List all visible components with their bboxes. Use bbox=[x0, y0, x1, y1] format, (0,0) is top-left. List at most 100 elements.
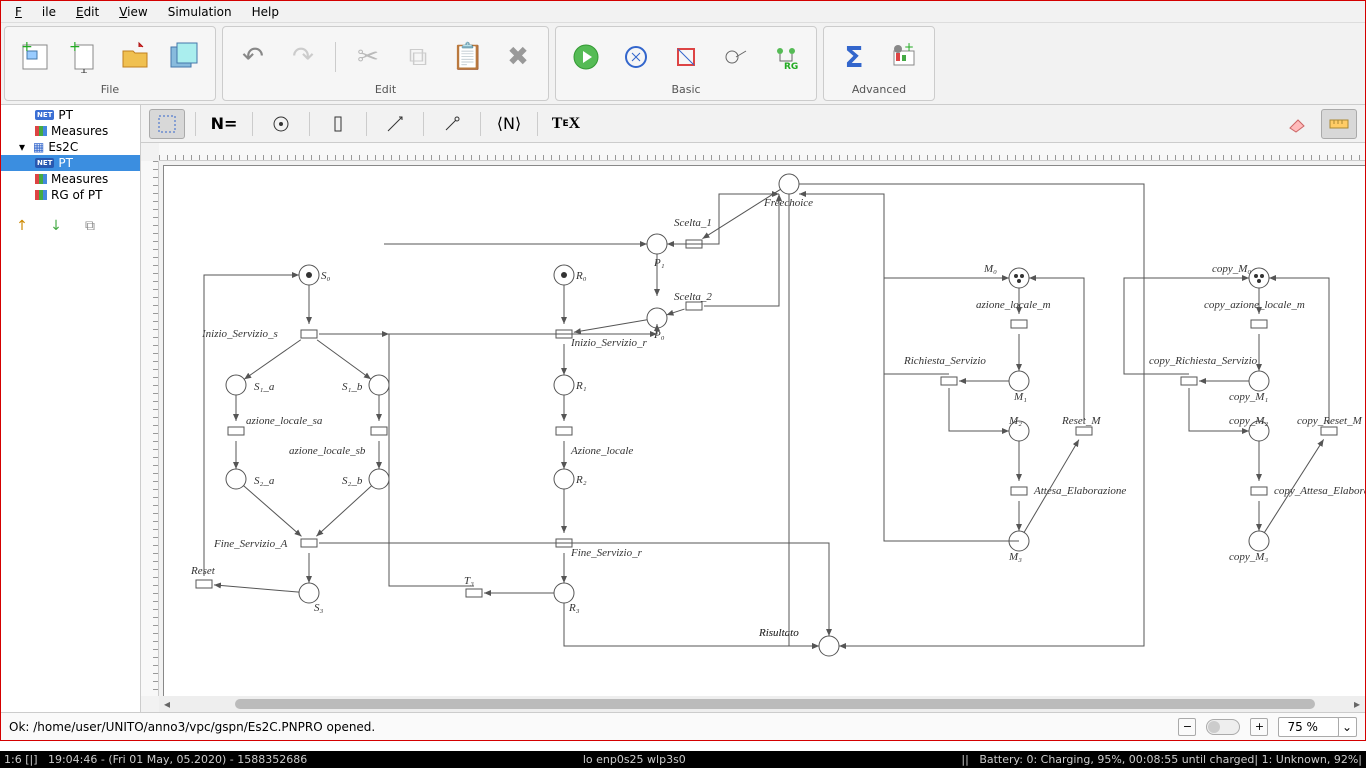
rg-button[interactable]: RG bbox=[768, 39, 804, 75]
menu-edit[interactable]: Edit bbox=[66, 3, 109, 21]
ruler-toggle[interactable] bbox=[1321, 109, 1357, 139]
system-status-bar: 1:6 [|] 19:04:46 - (Fri 01 May, 05.2020)… bbox=[0, 751, 1366, 768]
menu-help[interactable]: Help bbox=[242, 3, 289, 21]
duplicate-button[interactable]: ⧉ bbox=[81, 217, 99, 235]
svg-text:Attesa_Elaborazione: Attesa_Elaborazione bbox=[1033, 485, 1126, 497]
toolbar-group-label: Basic bbox=[671, 83, 700, 96]
secondary-toolbar: N= ⟨N⟩ TEX bbox=[141, 105, 1365, 143]
svg-text:azione_locale_sa: azione_locale_sa bbox=[246, 415, 323, 427]
svg-text:Scelta_2: Scelta_2 bbox=[674, 291, 712, 303]
svg-text:Reset_M: Reset_M bbox=[1061, 415, 1101, 427]
svg-text:Freechoice: Freechoice bbox=[763, 197, 813, 209]
undo-button[interactable]: ↶ bbox=[235, 39, 271, 75]
new-net-button[interactable]: + bbox=[17, 39, 53, 75]
copy-button[interactable]: ⧉ bbox=[400, 39, 436, 75]
svg-text:S₀: S₀ bbox=[321, 270, 331, 282]
canvas-viewport[interactable]: S₀ S₁_a S₁_b S₂_a S₂_b S₃ R₀ R₁ R₂ R₃ P₁ P₀ Freechoi… bbox=[159, 161, 1365, 696]
svg-text:copy_M₁: copy_M₁ bbox=[1229, 391, 1268, 403]
analysis1-button[interactable] bbox=[618, 39, 654, 75]
transition-tool[interactable] bbox=[320, 109, 356, 139]
save-all-button[interactable] bbox=[167, 39, 203, 75]
svg-text:copy_M₃: copy_M₃ bbox=[1229, 551, 1268, 563]
svg-text:copy_Richiesta_Servizio: copy_Richiesta_Servizio bbox=[1149, 355, 1258, 367]
move-up-button[interactable]: ↑ bbox=[13, 217, 31, 235]
place-tool[interactable] bbox=[263, 109, 299, 139]
measure-button[interactable] bbox=[718, 39, 754, 75]
svg-text:R₂: R₂ bbox=[575, 474, 587, 486]
svg-text:S₁_b: S₁_b bbox=[342, 381, 363, 393]
svg-text:P₁: P₁ bbox=[653, 257, 665, 269]
svg-text:copy_M₀: copy_M₀ bbox=[1212, 263, 1251, 275]
open-button[interactable] bbox=[117, 39, 153, 75]
paste-button[interactable]: 📋 bbox=[450, 39, 486, 75]
scrollbar-horizontal[interactable]: ◂▸ bbox=[159, 696, 1365, 712]
svg-text:+: + bbox=[21, 41, 33, 55]
zoom-level[interactable]: 75 % bbox=[1278, 717, 1339, 737]
ruler-horizontal bbox=[159, 143, 1365, 161]
angle-n-tool[interactable]: ⟨N⟩ bbox=[491, 109, 527, 139]
neq-tool[interactable]: N= bbox=[206, 109, 242, 139]
svg-text:S₂_b: S₂_b bbox=[342, 475, 363, 487]
zoom-dropdown[interactable]: ⌄ bbox=[1337, 717, 1357, 737]
svg-text:M₃: M₃ bbox=[1008, 551, 1022, 563]
tree-item-project[interactable]: ▾▦Es2C bbox=[1, 139, 140, 155]
svg-text:P₀: P₀ bbox=[653, 329, 665, 341]
menu-simulation[interactable]: Simulation bbox=[158, 3, 242, 21]
svg-text:R₃: R₃ bbox=[568, 602, 580, 614]
svg-text:Risultato: Risultato bbox=[758, 627, 799, 639]
svg-text:+: + bbox=[69, 41, 81, 55]
main-toolbar: + + File ↶ ↷ ✂ ⧉ 📋 ✖ Edit bbox=[1, 23, 1365, 105]
move-down-button[interactable]: ↓ bbox=[47, 217, 65, 235]
svg-text:Inizio_Servizio_s: Inizio_Servizio_s bbox=[201, 328, 278, 340]
toolbar-group-label: Advanced bbox=[852, 83, 906, 96]
svg-text:R₁: R₁ bbox=[575, 380, 587, 392]
play-button[interactable] bbox=[568, 39, 604, 75]
zoom-out-button[interactable]: − bbox=[1178, 718, 1196, 736]
tree-item-measures[interactable]: Measures bbox=[1, 123, 140, 139]
status-toggle[interactable] bbox=[1206, 719, 1240, 735]
redo-button[interactable]: ↷ bbox=[285, 39, 321, 75]
svg-text:Fine_Servizio_r: Fine_Servizio_r bbox=[570, 547, 643, 559]
zoom-in-button[interactable]: + bbox=[1250, 718, 1268, 736]
menu-view[interactable]: View bbox=[109, 3, 157, 21]
tex-tool[interactable]: TEX bbox=[548, 109, 584, 139]
select-tool[interactable] bbox=[149, 109, 185, 139]
toolbar-group-label: File bbox=[101, 83, 119, 96]
svg-text:S₁_a: S₁_a bbox=[254, 381, 275, 393]
svg-text:R₀: R₀ bbox=[575, 270, 587, 282]
svg-text:copy_azione_locale_m: copy_azione_locale_m bbox=[1204, 299, 1305, 311]
tree-item-pt[interactable]: NETPT bbox=[1, 107, 140, 123]
menubar: File Edit View Simulation Help bbox=[1, 1, 1365, 23]
new-page-button[interactable]: + bbox=[67, 39, 103, 75]
svg-text:T₃: T₃ bbox=[464, 575, 474, 587]
tree-item-rg[interactable]: RG of PT bbox=[1, 187, 140, 203]
tree-item-pt-selected[interactable]: NETPT bbox=[1, 155, 140, 171]
svg-text:M₂: M₂ bbox=[1008, 415, 1022, 427]
svg-text:Inizio_Servizio_r: Inizio_Servizio_r bbox=[570, 337, 647, 349]
svg-text:Scelta_1: Scelta_1 bbox=[674, 217, 712, 229]
svg-text:Reset: Reset bbox=[190, 565, 216, 577]
svg-text:M₁: M₁ bbox=[1013, 391, 1027, 403]
menu-file[interactable]: File bbox=[5, 3, 66, 21]
analysis2-button[interactable] bbox=[668, 39, 704, 75]
svg-text:S₂_a: S₂_a bbox=[254, 475, 275, 487]
canvas-page[interactable]: S₀ S₁_a S₁_b S₂_a S₂_b S₃ R₀ R₁ R₂ R₃ P₁ P₀ Freechoi… bbox=[163, 165, 1365, 696]
status-bar: Ok: /home/user/UNITO/anno3/vpc/gspn/Es2C… bbox=[1, 712, 1365, 740]
svg-text:S₃: S₃ bbox=[314, 602, 324, 614]
svg-text:azione_locale_m: azione_locale_m bbox=[976, 299, 1051, 311]
svg-text:azione_locale_sb: azione_locale_sb bbox=[289, 445, 366, 457]
toolbar-group-label: Edit bbox=[375, 83, 396, 96]
eraser-tool[interactable] bbox=[1279, 109, 1315, 139]
arc-tool[interactable] bbox=[377, 109, 413, 139]
inhibitor-tool[interactable] bbox=[434, 109, 470, 139]
svg-text:Richiesta_Servizio: Richiesta_Servizio bbox=[903, 355, 986, 367]
delete-button[interactable]: ✖ bbox=[500, 39, 536, 75]
cut-button[interactable]: ✂ bbox=[350, 39, 386, 75]
ruler-vertical bbox=[141, 161, 159, 696]
tree-item-measures2[interactable]: Measures bbox=[1, 171, 140, 187]
svg-text:Azione_locale: Azione_locale bbox=[570, 445, 633, 457]
svg-text:Fine_Servizio_A: Fine_Servizio_A bbox=[213, 538, 288, 550]
advanced-tool-button[interactable]: + bbox=[886, 39, 922, 75]
svg-text:M₀: M₀ bbox=[983, 263, 997, 275]
sigma-button[interactable]: Σ bbox=[836, 39, 872, 75]
